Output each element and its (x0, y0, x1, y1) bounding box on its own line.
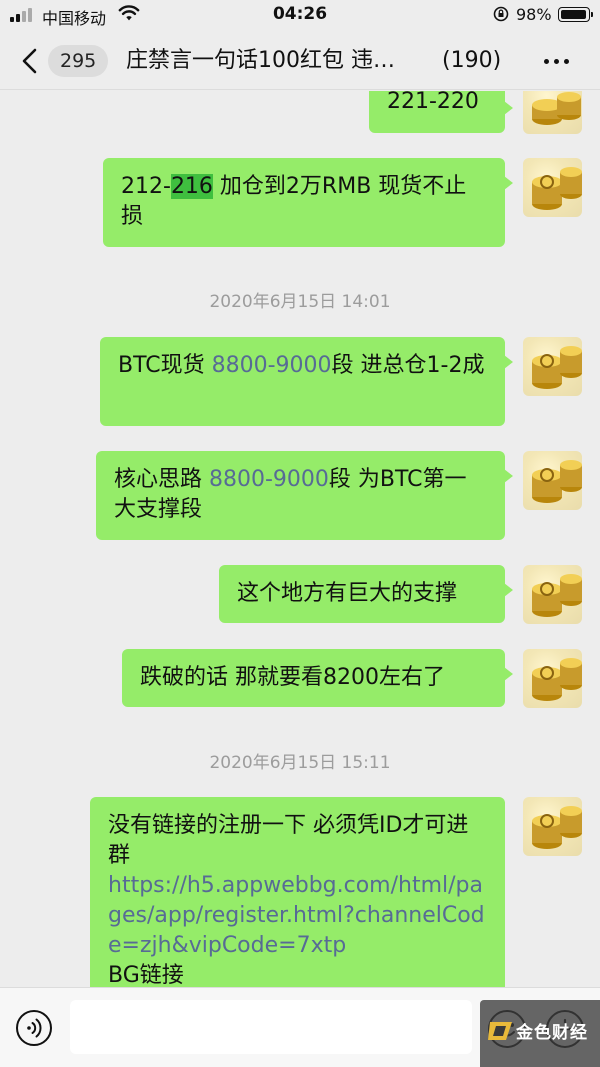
message-text: 这个地方有巨大的支撑 (237, 581, 458, 606)
message-text: 没有链接的注册一下 必须凭ID才可进群 (108, 813, 469, 868)
message-input[interactable] (70, 1000, 472, 1054)
avatar[interactable] (523, 91, 582, 134)
avatar[interactable] (523, 565, 582, 624)
timestamp: 2020年6月15日 14:01 (209, 292, 391, 312)
bitcoin-coins-icon (532, 167, 582, 210)
message-bubble[interactable]: 核心思路 8800-9000段 为BTC第一大支撑段 (96, 451, 513, 540)
avatar[interactable] (523, 649, 582, 708)
message-text: BTC现货 (118, 353, 212, 378)
bitcoin-coins-icon (532, 460, 582, 503)
bitcoin-coins-icon (532, 346, 582, 389)
bitcoin-coins-icon (532, 806, 582, 849)
voice-icon (27, 1018, 42, 1038)
message-bubble[interactable]: 没有链接的注册一下 必须凭ID才可进群 https://h5.appwebbg.… (90, 797, 505, 987)
bitcoin-coins-icon (532, 574, 582, 617)
price-link[interactable]: 8800-9000 (209, 467, 329, 492)
status-time: 04:26 (272, 4, 328, 24)
chat-title: 庄禁言一句话100红包 违… (126, 48, 395, 73)
avatar[interactable] (523, 451, 582, 510)
register-url-link[interactable]: https://h5.appwebbg.com/html/pages/app/r… (108, 871, 487, 961)
bitcoin-coins-icon (532, 92, 581, 125)
message-text: 段 进总仓1-2成 (331, 353, 485, 378)
message-bubble[interactable]: 221-220 (369, 91, 513, 133)
chat-header: 295 庄禁言一句话100红包 违… (190) (0, 32, 600, 90)
rotation-lock-icon (493, 6, 509, 22)
timestamp: 2020年6月15日 15:11 (209, 753, 391, 773)
message-text: 212- (121, 174, 171, 199)
message-bubble[interactable]: 跌破的话 那就要看8200左右了 (122, 649, 513, 707)
unread-count-badge[interactable]: 295 (48, 45, 109, 77)
avatar[interactable] (523, 797, 582, 856)
member-count: (190) (442, 48, 502, 73)
highlighted-text: 216 (170, 174, 213, 199)
battery-percent: 98% (516, 5, 552, 24)
price-link[interactable]: 8800-9000 (212, 353, 332, 378)
message-bubble[interactable]: 212-216 加仓到2万RMB 现货不止损 (103, 158, 513, 247)
message-text: 跌破的话 那就要看8200左右了 (140, 665, 445, 690)
message-bubble[interactable]: 这个地方有巨大的支撑 (219, 565, 513, 623)
message-text: 221-220 (387, 91, 479, 114)
status-bar: 中国移动 04:26 98% (0, 0, 600, 32)
message-list[interactable]: 221-220 212-216 加仓到2万RMB 现货不止损 2020年6月15… (0, 91, 600, 987)
back-chevron-icon[interactable] (20, 48, 38, 74)
watermark-logo-icon (488, 1022, 512, 1040)
avatar[interactable] (523, 158, 582, 217)
bitcoin-coins-icon (532, 658, 582, 701)
message-text: BG链接 (108, 963, 184, 987)
watermark: 金色财经 (480, 1000, 600, 1067)
message-bubble[interactable]: BTC现货 8800-9000段 进总仓1-2成 (100, 337, 513, 426)
battery-icon (558, 7, 593, 22)
voice-button[interactable] (16, 1010, 52, 1046)
avatar[interactable] (523, 337, 582, 396)
message-text: 核心思路 (114, 467, 209, 492)
watermark-text: 金色财经 (516, 1023, 588, 1043)
more-options-icon[interactable] (544, 59, 569, 64)
